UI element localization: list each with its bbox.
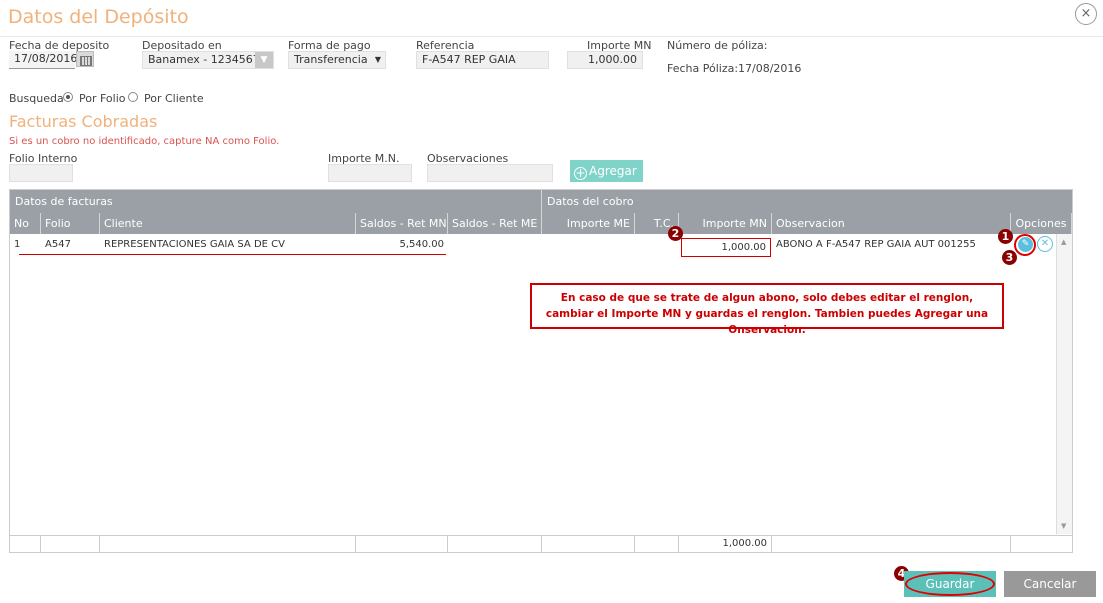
radio-por-cliente[interactable] — [128, 92, 138, 102]
col-header-importe-me[interactable]: Importe ME — [542, 213, 635, 234]
cell-importe-me — [542, 235, 635, 255]
close-button[interactable]: × — [1075, 3, 1097, 25]
cell-observacion: ABONO A F-A547 REP GAIA AUT 001255 — [776, 239, 976, 250]
col-header-saldo-mn[interactable]: Saldos - Ret MN — [356, 213, 448, 234]
cell-importe-mn[interactable]: 1,000.00 — [681, 238, 771, 257]
step-badge-2: 2 — [668, 226, 683, 241]
fecha-poliza-value: 17/08/2016 — [738, 62, 802, 75]
col-header-no[interactable]: No — [10, 213, 41, 234]
forma-pago-select[interactable]: Transferencia ▼ — [288, 51, 386, 69]
footer-cell — [772, 536, 1011, 552]
calendar-icon[interactable] — [76, 51, 94, 67]
highlight-guardar-ellipse — [905, 572, 995, 596]
footer-cell — [356, 536, 448, 552]
grid-column-headers: No Folio Cliente Saldos - Ret MN Saldos … — [10, 213, 1072, 234]
col-header-folio[interactable]: Folio — [41, 213, 100, 234]
col-header-importe-mn[interactable]: Importe MN — [679, 213, 772, 234]
footer-total-mn: 1,000.00 — [679, 536, 772, 552]
group-header-facturas: Datos de facturas — [10, 190, 542, 213]
footer-cell — [542, 536, 635, 552]
importe-mn2-input[interactable] — [328, 164, 412, 182]
cell-folio: A547 — [45, 239, 71, 250]
importe-mn-input[interactable]: 1,000.00 — [567, 51, 643, 69]
por-folio-label: Por Folio — [79, 92, 126, 105]
dialog-title: Datos del Depósito — [8, 6, 189, 28]
cancelar-button[interactable]: Cancelar — [1004, 571, 1096, 597]
depositado-en-select[interactable]: Banamex - 12345678 ▼ — [142, 51, 274, 69]
por-cliente-label: Por Cliente — [144, 92, 204, 105]
table-row[interactable]: 1 A547 REPRESENTACIONES GAIA SA DE CV 5,… — [10, 235, 1056, 257]
section-title-facturas: Facturas Cobradas — [9, 112, 158, 131]
fecha-poliza-label: Fecha Póliza: — [667, 62, 739, 75]
title-divider — [0, 36, 1103, 37]
footer-cell — [635, 536, 679, 552]
cell-cliente: REPRESENTACIONES GAIA SA DE CV — [104, 239, 285, 250]
forma-pago-value: Transferencia — [294, 53, 368, 66]
agregar-button[interactable]: + Agregar — [570, 160, 643, 182]
vertical-scrollbar[interactable]: ▲ ▼ — [1056, 234, 1072, 534]
footer-cell — [448, 536, 542, 552]
edit-pencil-icon[interactable]: ✎ — [1018, 237, 1033, 252]
poliza-label: Número de póliza: — [667, 39, 768, 52]
scroll-down-icon[interactable]: ▼ — [1061, 522, 1066, 530]
busqueda-label: Busqueda — [9, 92, 64, 105]
group-header-cobro: Datos del cobro — [542, 190, 1072, 213]
observaciones-input[interactable] — [427, 164, 553, 182]
footer-cell — [10, 536, 41, 552]
fecha-deposito-input[interactable]: 17/08/2016 — [9, 51, 77, 69]
cell-no: 1 — [14, 239, 21, 250]
plus-icon: + — [574, 166, 587, 180]
instruction-note: En caso de que se trate de algun abono, … — [530, 283, 1004, 336]
facturas-grid: Datos de facturas Datos del cobro No Fol… — [9, 189, 1073, 553]
footer-cell — [100, 536, 356, 552]
col-header-opciones: Opciones — [1011, 213, 1072, 234]
grid-footer: 1,000.00 — [10, 535, 1072, 552]
highlight-underline — [19, 254, 446, 255]
cell-saldo-mn: 5,540.00 — [399, 239, 444, 250]
agregar-label: Agregar — [589, 164, 637, 178]
step-badge-1: 1 — [998, 229, 1013, 244]
col-header-observacion[interactable]: Observacion — [772, 213, 1011, 234]
referencia-input[interactable]: F-A547 REP GAIA — [416, 51, 549, 69]
chevron-down-icon: ▼ — [374, 55, 381, 64]
delete-row-icon[interactable]: ✕ — [1037, 236, 1053, 252]
depositado-en-value: Banamex - 12345678 — [148, 53, 267, 66]
scroll-up-icon[interactable]: ▲ — [1061, 238, 1066, 246]
warning-text: Si es un cobro no identificado, capture … — [9, 136, 280, 147]
folio-interno-input[interactable] — [9, 164, 73, 182]
radio-por-folio[interactable] — [63, 92, 73, 102]
chevron-down-icon: ▼ — [255, 52, 273, 68]
col-header-saldo-me[interactable]: Saldos - Ret ME — [448, 213, 542, 234]
cell-saldo-me — [448, 235, 542, 255]
step-badge-3: 3 — [1002, 250, 1017, 265]
footer-cell — [41, 536, 100, 552]
col-header-cliente[interactable]: Cliente — [100, 213, 356, 234]
